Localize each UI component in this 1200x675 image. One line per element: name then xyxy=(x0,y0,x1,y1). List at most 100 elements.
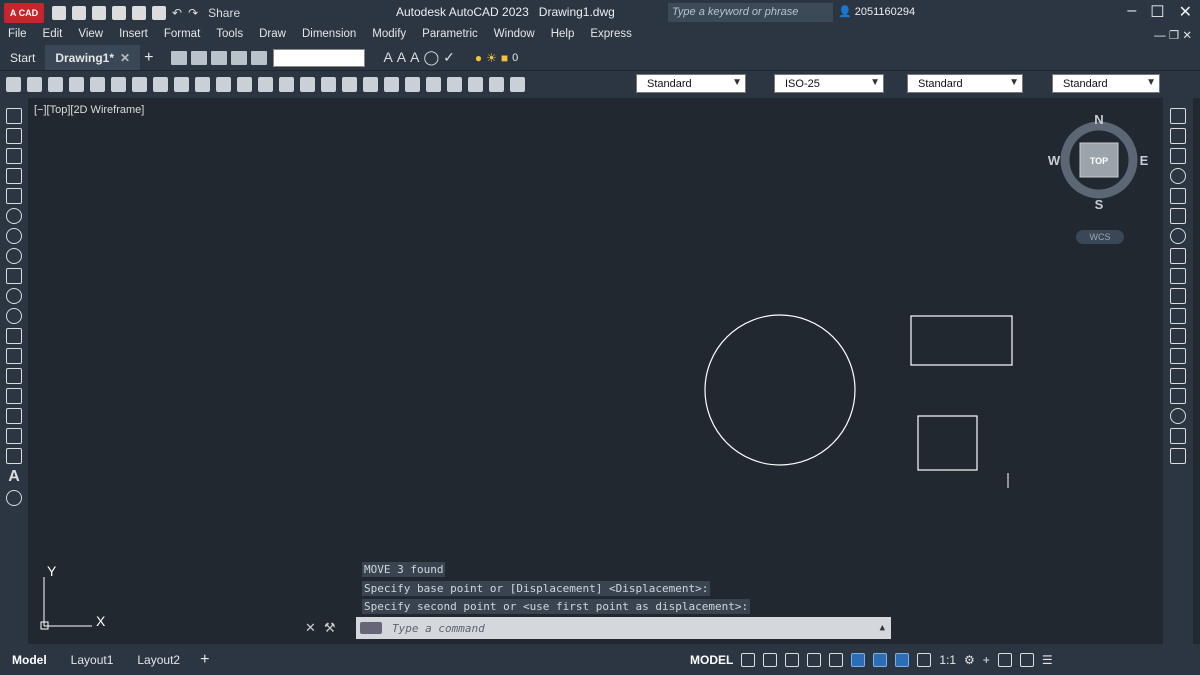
open-file-icon[interactable] xyxy=(27,77,42,92)
add-layout-button[interactable]: + xyxy=(192,651,217,669)
offset-icon[interactable] xyxy=(1170,168,1186,184)
menu-draw[interactable]: Draw xyxy=(251,25,294,45)
ellipse-arc-icon[interactable] xyxy=(6,308,22,324)
properties-icon[interactable] xyxy=(363,77,378,92)
command-prompt-icon[interactable] xyxy=(360,622,382,634)
arc-icon[interactable] xyxy=(6,208,22,224)
text-scale-icon[interactable]: A xyxy=(410,49,419,66)
compass-south[interactable]: S xyxy=(1095,197,1104,212)
auto-scale-icon[interactable] xyxy=(917,652,932,667)
tab-drawing1[interactable]: Drawing1* ✕ xyxy=(45,45,141,70)
add-selected-icon[interactable] xyxy=(6,490,22,506)
plot-icon[interactable] xyxy=(69,77,84,92)
clean-screen-icon[interactable] xyxy=(1019,652,1034,667)
share-button[interactable]: Share xyxy=(208,6,240,20)
layer-control[interactable]: ● ☀ ■ 0 xyxy=(475,51,518,65)
drawn-rectangle[interactable] xyxy=(910,315,1013,366)
tab-layout2[interactable]: Layout2 xyxy=(125,644,192,675)
tool-palettes-icon[interactable] xyxy=(405,77,420,92)
blend-curves-icon[interactable] xyxy=(1170,428,1186,444)
menu-tools[interactable]: Tools xyxy=(208,25,251,45)
scale-icon[interactable] xyxy=(1170,248,1186,264)
maximize-button[interactable]: ☐ xyxy=(1150,2,1164,22)
point-icon[interactable] xyxy=(6,368,22,384)
close-button[interactable]: ✕ xyxy=(1179,2,1192,22)
new-tab-button[interactable]: + xyxy=(144,49,153,67)
zoom-previous-icon[interactable] xyxy=(342,77,357,92)
match-properties-icon[interactable] xyxy=(195,77,210,92)
multileader-style-dropdown[interactable]: Standard ▼ xyxy=(1052,74,1160,93)
drawn-circle[interactable] xyxy=(704,314,856,466)
object-snap-tracking-icon[interactable] xyxy=(851,652,866,667)
tab-layout1[interactable]: Layout1 xyxy=(59,644,126,675)
layer-freeze-icon[interactable]: ☀ xyxy=(486,51,497,65)
spline-icon[interactable] xyxy=(6,268,22,284)
rotate-icon[interactable] xyxy=(1170,228,1186,244)
save-file-icon[interactable] xyxy=(48,77,63,92)
multiline-text-icon[interactable]: A xyxy=(8,468,20,486)
redo-toolbar-icon[interactable] xyxy=(258,77,273,92)
zoom-realtime-icon[interactable] xyxy=(300,77,315,92)
layer-on-icon[interactable]: ● xyxy=(475,51,482,65)
open-icon[interactable] xyxy=(72,5,86,20)
menu-help[interactable]: Help xyxy=(543,25,583,45)
compass-east[interactable]: E xyxy=(1140,153,1149,168)
autocad-logo[interactable]: A CAD xyxy=(4,2,44,23)
user-account[interactable]: 👤 2051160294 xyxy=(838,5,915,18)
undo-icon[interactable]: ↶ xyxy=(172,6,182,20)
object-snap-icon[interactable] xyxy=(873,652,888,667)
zoom-window-icon[interactable] xyxy=(321,77,336,92)
compass-north[interactable]: N xyxy=(1094,112,1103,127)
trim-icon[interactable] xyxy=(1170,288,1186,304)
isometric-icon[interactable] xyxy=(829,652,844,667)
redo-icon[interactable]: ↷ xyxy=(188,6,198,20)
workspace-gear-icon[interactable]: ⚙ xyxy=(964,653,975,667)
cut-icon[interactable] xyxy=(132,77,147,92)
circle-icon[interactable] xyxy=(6,228,22,244)
menu-window[interactable]: Window xyxy=(486,25,543,45)
grid-icon[interactable] xyxy=(741,652,756,667)
fillet-icon[interactable] xyxy=(1170,408,1186,424)
customization-menu-icon[interactable]: ☰ xyxy=(1042,653,1053,667)
layer-isolate-icon[interactable] xyxy=(231,50,248,65)
wcs-menu[interactable]: WCS xyxy=(1076,230,1124,244)
polyline-icon[interactable] xyxy=(6,148,22,164)
layer-state-icon[interactable] xyxy=(191,50,208,65)
layer-dropdown[interactable] xyxy=(273,48,366,67)
annotation-scale[interactable]: 1:1 xyxy=(939,653,956,667)
spell-check-icon[interactable]: ✓ xyxy=(443,49,455,66)
layer-previous-icon[interactable] xyxy=(211,50,228,65)
line-icon[interactable] xyxy=(6,108,22,124)
mirror-icon[interactable] xyxy=(1170,148,1186,164)
viewcube[interactable]: TOP N S E W xyxy=(1048,112,1149,212)
menu-view[interactable]: View xyxy=(70,25,111,45)
publish-icon[interactable] xyxy=(132,5,146,20)
tab-model[interactable]: Model xyxy=(0,644,59,675)
sheet-set-icon[interactable] xyxy=(426,77,441,92)
layer-match-icon[interactable] xyxy=(251,50,268,65)
compass-west[interactable]: W xyxy=(1048,153,1061,168)
text-icon[interactable]: A xyxy=(383,49,392,66)
tab-start[interactable]: Start xyxy=(0,45,45,70)
close-tab-icon[interactable]: ✕ xyxy=(120,51,130,65)
annotation-visibility-icon[interactable] xyxy=(895,652,910,667)
copy-icon[interactable] xyxy=(153,77,168,92)
insert-block-icon[interactable] xyxy=(6,328,22,344)
polar-tracking-icon[interactable] xyxy=(807,652,822,667)
table-style-dropdown[interactable]: Standard ▼ xyxy=(907,74,1023,93)
stretch-icon[interactable] xyxy=(1170,268,1186,284)
table-icon[interactable] xyxy=(6,448,22,464)
extend-icon[interactable] xyxy=(1170,308,1186,324)
polygon-icon[interactable] xyxy=(6,168,22,184)
break-icon[interactable] xyxy=(1170,348,1186,364)
markup-icon[interactable] xyxy=(447,77,462,92)
isolate-objects-icon[interactable] xyxy=(997,652,1012,667)
region-icon[interactable] xyxy=(6,428,22,444)
text-style-icon[interactable] xyxy=(510,77,525,92)
undo-toolbar-icon[interactable] xyxy=(237,77,252,92)
minimize-button[interactable]: ‒ xyxy=(1127,2,1136,22)
menu-dimension[interactable]: Dimension xyxy=(294,25,364,45)
find-icon[interactable]: ◯ xyxy=(423,49,439,66)
design-center-icon[interactable] xyxy=(384,77,399,92)
layer-properties-icon[interactable] xyxy=(171,50,188,65)
